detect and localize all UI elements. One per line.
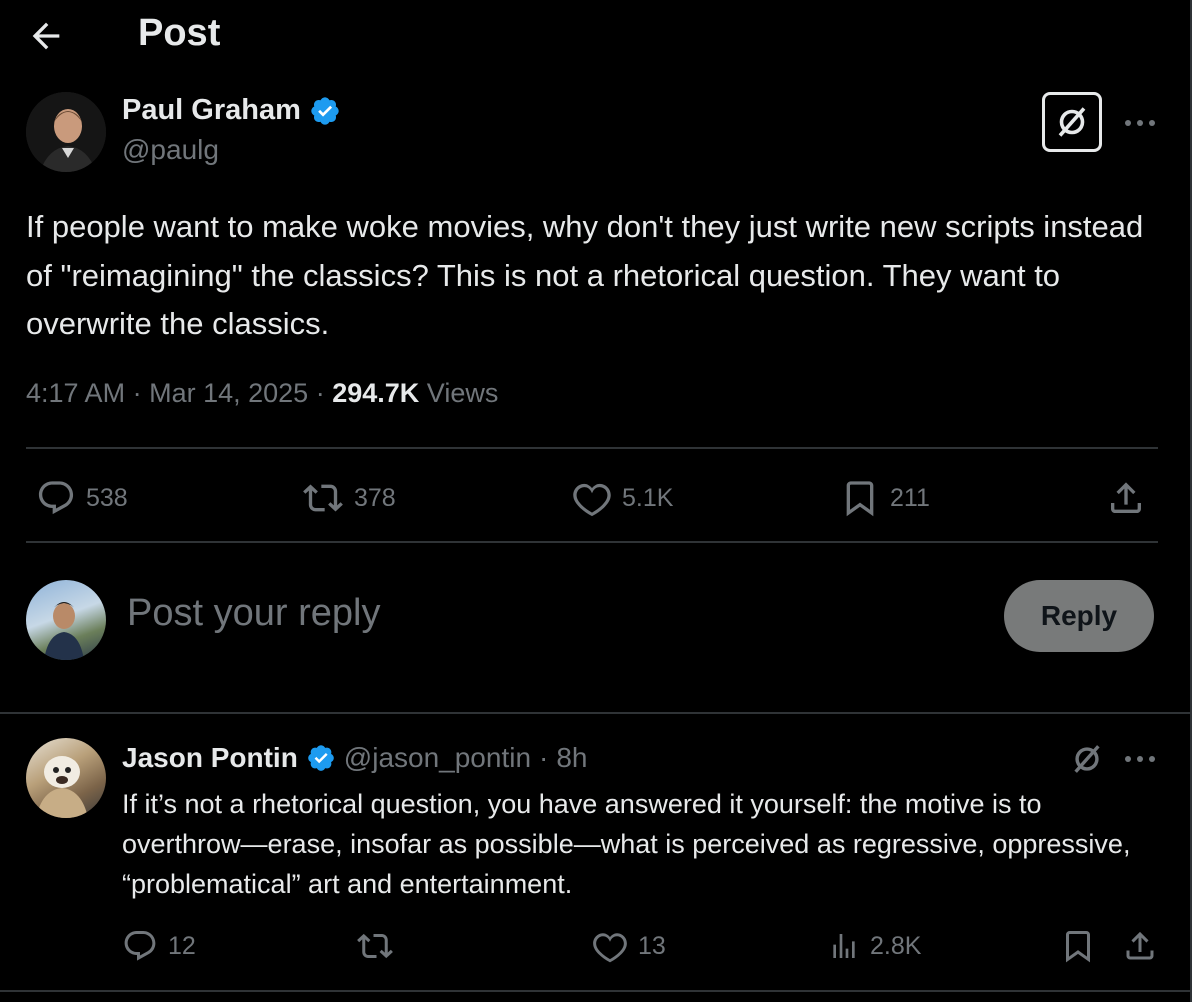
page-title: Post <box>138 12 221 54</box>
reply-author-avatar[interactable] <box>26 738 106 818</box>
reply-repost-button[interactable] <box>356 928 394 964</box>
current-user-avatar[interactable] <box>26 580 106 660</box>
reply-text: If it’s not a rhetorical question, you h… <box>122 789 1131 899</box>
divider <box>26 541 1158 543</box>
author-avatar[interactable] <box>26 92 106 172</box>
heart-icon <box>592 928 628 964</box>
repost-icon <box>302 478 344 518</box>
post-page: Post Paul Graham @paulg If people want t… <box>0 0 1192 1002</box>
post-meta: 4:17 AM · Mar 14, 2025 · 294.7K Views <box>26 378 499 408</box>
like-count: 13 <box>638 931 666 960</box>
reply-icon <box>122 928 158 964</box>
views-count: 2.8K <box>870 931 922 960</box>
reply-like-button[interactable]: 13 <box>592 928 666 964</box>
reply-input[interactable]: Post your reply <box>127 592 380 635</box>
more-options-icon[interactable] <box>1122 744 1158 774</box>
reply-bookmark-button[interactable] <box>1060 928 1096 964</box>
bookmark-icon <box>1060 928 1096 964</box>
divider <box>0 712 1190 714</box>
like-action-button[interactable]: 5.1K <box>572 478 673 518</box>
reply-share-button[interactable] <box>1122 928 1158 964</box>
separator-dot: · <box>539 742 549 773</box>
heart-icon <box>572 478 612 518</box>
repost-icon <box>356 928 394 964</box>
reply-author-handle[interactable]: @jason_pontin <box>344 742 531 774</box>
author-name-row[interactable]: Paul Graham <box>122 94 341 127</box>
grok-icon <box>1054 104 1090 140</box>
divider <box>26 447 1158 449</box>
reply-action-button[interactable]: 538 <box>36 478 128 518</box>
post-text: If people want to make woke movies, why … <box>26 209 1144 341</box>
bookmark-action-button[interactable]: 211 <box>840 478 930 518</box>
reply-reply-button[interactable]: 12 <box>122 928 196 964</box>
author-handle[interactable]: @paulg <box>122 134 219 166</box>
views-chart-icon <box>828 928 860 964</box>
repost-count: 378 <box>354 483 396 512</box>
like-count: 5.1K <box>622 483 674 512</box>
share-icon <box>1106 478 1146 518</box>
bookmark-icon <box>840 478 880 518</box>
more-options-icon[interactable] <box>1122 108 1158 138</box>
reply-author-name[interactable]: Jason Pontin <box>122 742 298 774</box>
post-date[interactable]: Mar 14, 2025 <box>149 378 308 408</box>
reply-age[interactable]: 8h <box>556 742 587 774</box>
back-arrow-icon[interactable] <box>26 16 66 56</box>
grok-button[interactable] <box>1042 92 1102 152</box>
reply-count: 538 <box>86 483 128 512</box>
reply-button[interactable]: Reply <box>1004 580 1154 652</box>
verified-badge-icon <box>306 743 336 773</box>
reply-icon <box>36 478 76 518</box>
views-count: 294.7K <box>332 378 420 408</box>
reply-views-button[interactable]: 2.8K <box>828 928 921 964</box>
author-name[interactable]: Paul Graham <box>122 94 301 127</box>
reply-count: 12 <box>168 931 196 960</box>
repost-action-button[interactable]: 378 <box>302 478 396 518</box>
divider <box>0 990 1190 992</box>
share-button[interactable] <box>1106 478 1146 518</box>
share-icon <box>1122 928 1158 964</box>
views-label: Views <box>426 378 499 408</box>
post-time[interactable]: 4:17 AM <box>26 378 125 408</box>
reply-header: Jason Pontin @jason_pontin · 8h <box>122 742 588 774</box>
grok-icon[interactable] <box>1070 742 1104 776</box>
verified-badge-icon <box>309 95 341 127</box>
bookmark-count: 211 <box>890 483 930 512</box>
